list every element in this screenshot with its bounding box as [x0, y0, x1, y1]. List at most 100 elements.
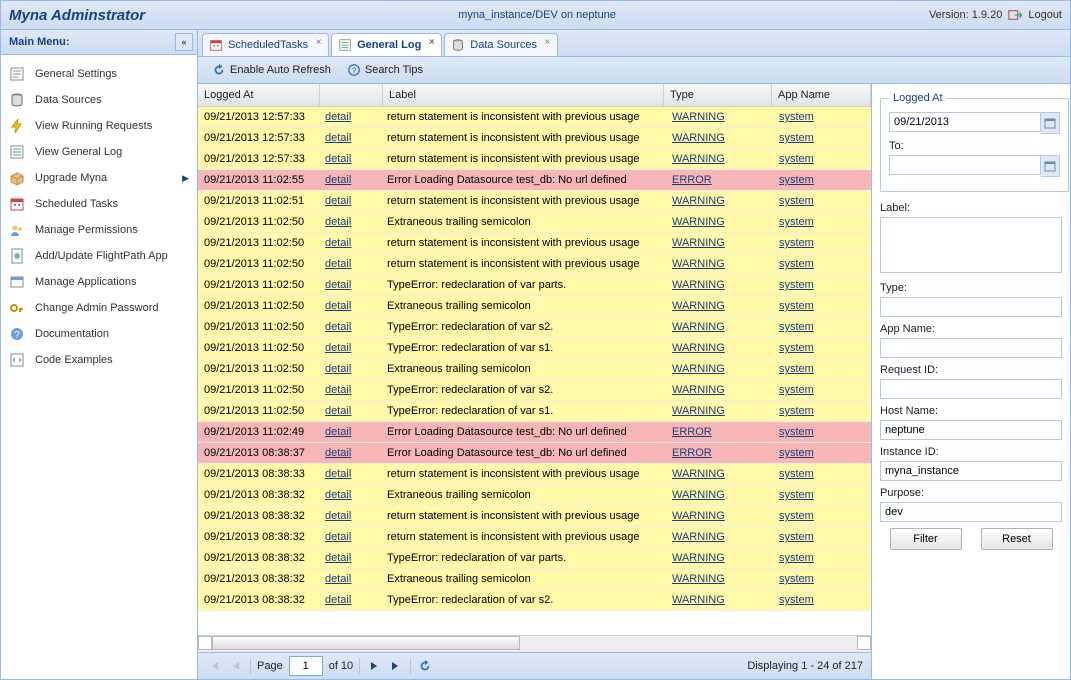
- detail-link[interactable]: detail: [325, 216, 351, 228]
- menu-item-general-settings[interactable]: General Settings: [1, 61, 197, 87]
- table-row[interactable]: 09/21/2013 12:57:33detailreturn statemen…: [198, 128, 871, 149]
- grid-body[interactable]: 09/21/2013 12:57:33detailreturn statemen…: [198, 107, 871, 635]
- type-link[interactable]: WARNING: [672, 321, 725, 333]
- tab-general-log[interactable]: General Log×: [331, 33, 442, 56]
- table-row[interactable]: 09/21/2013 08:38:32detailreturn statemen…: [198, 506, 871, 527]
- type-link[interactable]: WARNING: [672, 216, 725, 228]
- app-link[interactable]: system: [779, 405, 814, 417]
- menu-item-manage-applications[interactable]: Manage Applications: [1, 269, 197, 295]
- menu-item-change-admin-password[interactable]: Change Admin Password: [1, 295, 197, 321]
- type-link[interactable]: WARNING: [672, 300, 725, 312]
- type-link[interactable]: WARNING: [672, 111, 725, 123]
- table-row[interactable]: 09/21/2013 08:38:32detailExtraneous trai…: [198, 569, 871, 590]
- table-row[interactable]: 09/21/2013 08:38:32detailTypeError: rede…: [198, 548, 871, 569]
- detail-link[interactable]: detail: [325, 447, 351, 459]
- table-row[interactable]: 09/21/2013 08:38:37detailError Loading D…: [198, 443, 871, 464]
- close-icon[interactable]: ×: [313, 38, 324, 49]
- table-row[interactable]: 09/21/2013 11:02:50detailExtraneous trai…: [198, 212, 871, 233]
- instanceid-input[interactable]: [880, 461, 1062, 481]
- type-link[interactable]: WARNING: [672, 384, 725, 396]
- hostname-input[interactable]: [880, 420, 1062, 440]
- app-link[interactable]: system: [779, 594, 814, 606]
- type-link[interactable]: WARNING: [672, 405, 725, 417]
- date-picker-from-button[interactable]: [1041, 112, 1060, 134]
- table-row[interactable]: 09/21/2013 11:02:50detailTypeError: rede…: [198, 275, 871, 296]
- app-link[interactable]: system: [779, 342, 814, 354]
- pager-next-button[interactable]: [366, 658, 382, 674]
- menu-item-data-sources[interactable]: Data Sources: [1, 87, 197, 113]
- app-link[interactable]: system: [779, 447, 814, 459]
- app-link[interactable]: system: [779, 216, 814, 228]
- logout-link[interactable]: Logout: [1028, 9, 1062, 21]
- filter-button[interactable]: Filter: [890, 528, 962, 550]
- table-row[interactable]: 09/21/2013 11:02:50detailreturn statemen…: [198, 233, 871, 254]
- app-link[interactable]: system: [779, 153, 814, 165]
- close-icon[interactable]: ×: [542, 38, 553, 49]
- pager-refresh-button[interactable]: [417, 658, 433, 674]
- table-row[interactable]: 09/21/2013 08:38:32detailTypeError: rede…: [198, 590, 871, 611]
- app-link[interactable]: system: [779, 258, 814, 270]
- detail-link[interactable]: detail: [325, 174, 351, 186]
- app-link[interactable]: system: [779, 195, 814, 207]
- app-link[interactable]: system: [779, 552, 814, 564]
- detail-link[interactable]: detail: [325, 111, 351, 123]
- table-row[interactable]: 09/21/2013 11:02:51detailreturn statemen…: [198, 191, 871, 212]
- type-link[interactable]: WARNING: [672, 468, 725, 480]
- type-link[interactable]: WARNING: [672, 531, 725, 543]
- menu-item-documentation[interactable]: ?Documentation: [1, 321, 197, 347]
- page-input[interactable]: [289, 656, 323, 676]
- app-link[interactable]: system: [779, 237, 814, 249]
- table-row[interactable]: 09/21/2013 11:02:50detailExtraneous trai…: [198, 359, 871, 380]
- pager-prev-button[interactable]: [228, 658, 244, 674]
- detail-link[interactable]: detail: [325, 573, 351, 585]
- menu-item-view-general-log[interactable]: View General Log: [1, 139, 197, 165]
- appname-input[interactable]: [880, 338, 1062, 358]
- app-link[interactable]: system: [779, 468, 814, 480]
- app-link[interactable]: system: [779, 510, 814, 522]
- detail-link[interactable]: detail: [325, 300, 351, 312]
- detail-link[interactable]: detail: [325, 405, 351, 417]
- table-row[interactable]: 09/21/2013 12:57:33detailreturn statemen…: [198, 149, 871, 170]
- type-link[interactable]: WARNING: [672, 342, 725, 354]
- type-link[interactable]: WARNING: [672, 552, 725, 564]
- type-input[interactable]: [880, 297, 1062, 317]
- detail-link[interactable]: detail: [325, 363, 351, 375]
- detail-link[interactable]: detail: [325, 552, 351, 564]
- type-link[interactable]: WARNING: [672, 258, 725, 270]
- app-link[interactable]: system: [779, 174, 814, 186]
- table-row[interactable]: 09/21/2013 11:02:50detailTypeError: rede…: [198, 317, 871, 338]
- menu-item-scheduled-tasks[interactable]: Scheduled Tasks: [1, 191, 197, 217]
- table-row[interactable]: 09/21/2013 08:38:32detailExtraneous trai…: [198, 485, 871, 506]
- tab-data-sources[interactable]: Data Sources×: [444, 33, 558, 56]
- type-link[interactable]: WARNING: [672, 279, 725, 291]
- auto-refresh-button[interactable]: Enable Auto Refresh: [206, 61, 337, 79]
- app-link[interactable]: system: [779, 300, 814, 312]
- pager-last-button[interactable]: [388, 658, 404, 674]
- table-row[interactable]: 09/21/2013 11:02:50detailTypeError: rede…: [198, 380, 871, 401]
- search-tips-button[interactable]: ? Search Tips: [341, 61, 429, 79]
- type-link[interactable]: WARNING: [672, 237, 725, 249]
- col-detail[interactable]: [320, 84, 383, 106]
- app-link[interactable]: system: [779, 573, 814, 585]
- label-input[interactable]: [880, 217, 1062, 273]
- close-icon[interactable]: ×: [426, 38, 437, 49]
- detail-link[interactable]: detail: [325, 237, 351, 249]
- horizontal-scrollbar[interactable]: [198, 635, 871, 652]
- table-row[interactable]: 09/21/2013 11:02:49detailError Loading D…: [198, 422, 871, 443]
- type-link[interactable]: WARNING: [672, 132, 725, 144]
- type-link[interactable]: WARNING: [672, 594, 725, 606]
- type-link[interactable]: WARNING: [672, 363, 725, 375]
- app-link[interactable]: system: [779, 531, 814, 543]
- detail-link[interactable]: detail: [325, 195, 351, 207]
- table-row[interactable]: 09/21/2013 08:38:33detailreturn statemen…: [198, 464, 871, 485]
- pager-first-button[interactable]: [206, 658, 222, 674]
- detail-link[interactable]: detail: [325, 384, 351, 396]
- detail-link[interactable]: detail: [325, 468, 351, 480]
- app-link[interactable]: system: [779, 132, 814, 144]
- type-link[interactable]: WARNING: [672, 489, 725, 501]
- type-link[interactable]: ERROR: [672, 447, 712, 459]
- menu-item-view-running-requests[interactable]: View Running Requests: [1, 113, 197, 139]
- table-row[interactable]: 09/21/2013 11:02:50detailExtraneous trai…: [198, 296, 871, 317]
- detail-link[interactable]: detail: [325, 258, 351, 270]
- menu-item-code-examples[interactable]: Code Examples: [1, 347, 197, 373]
